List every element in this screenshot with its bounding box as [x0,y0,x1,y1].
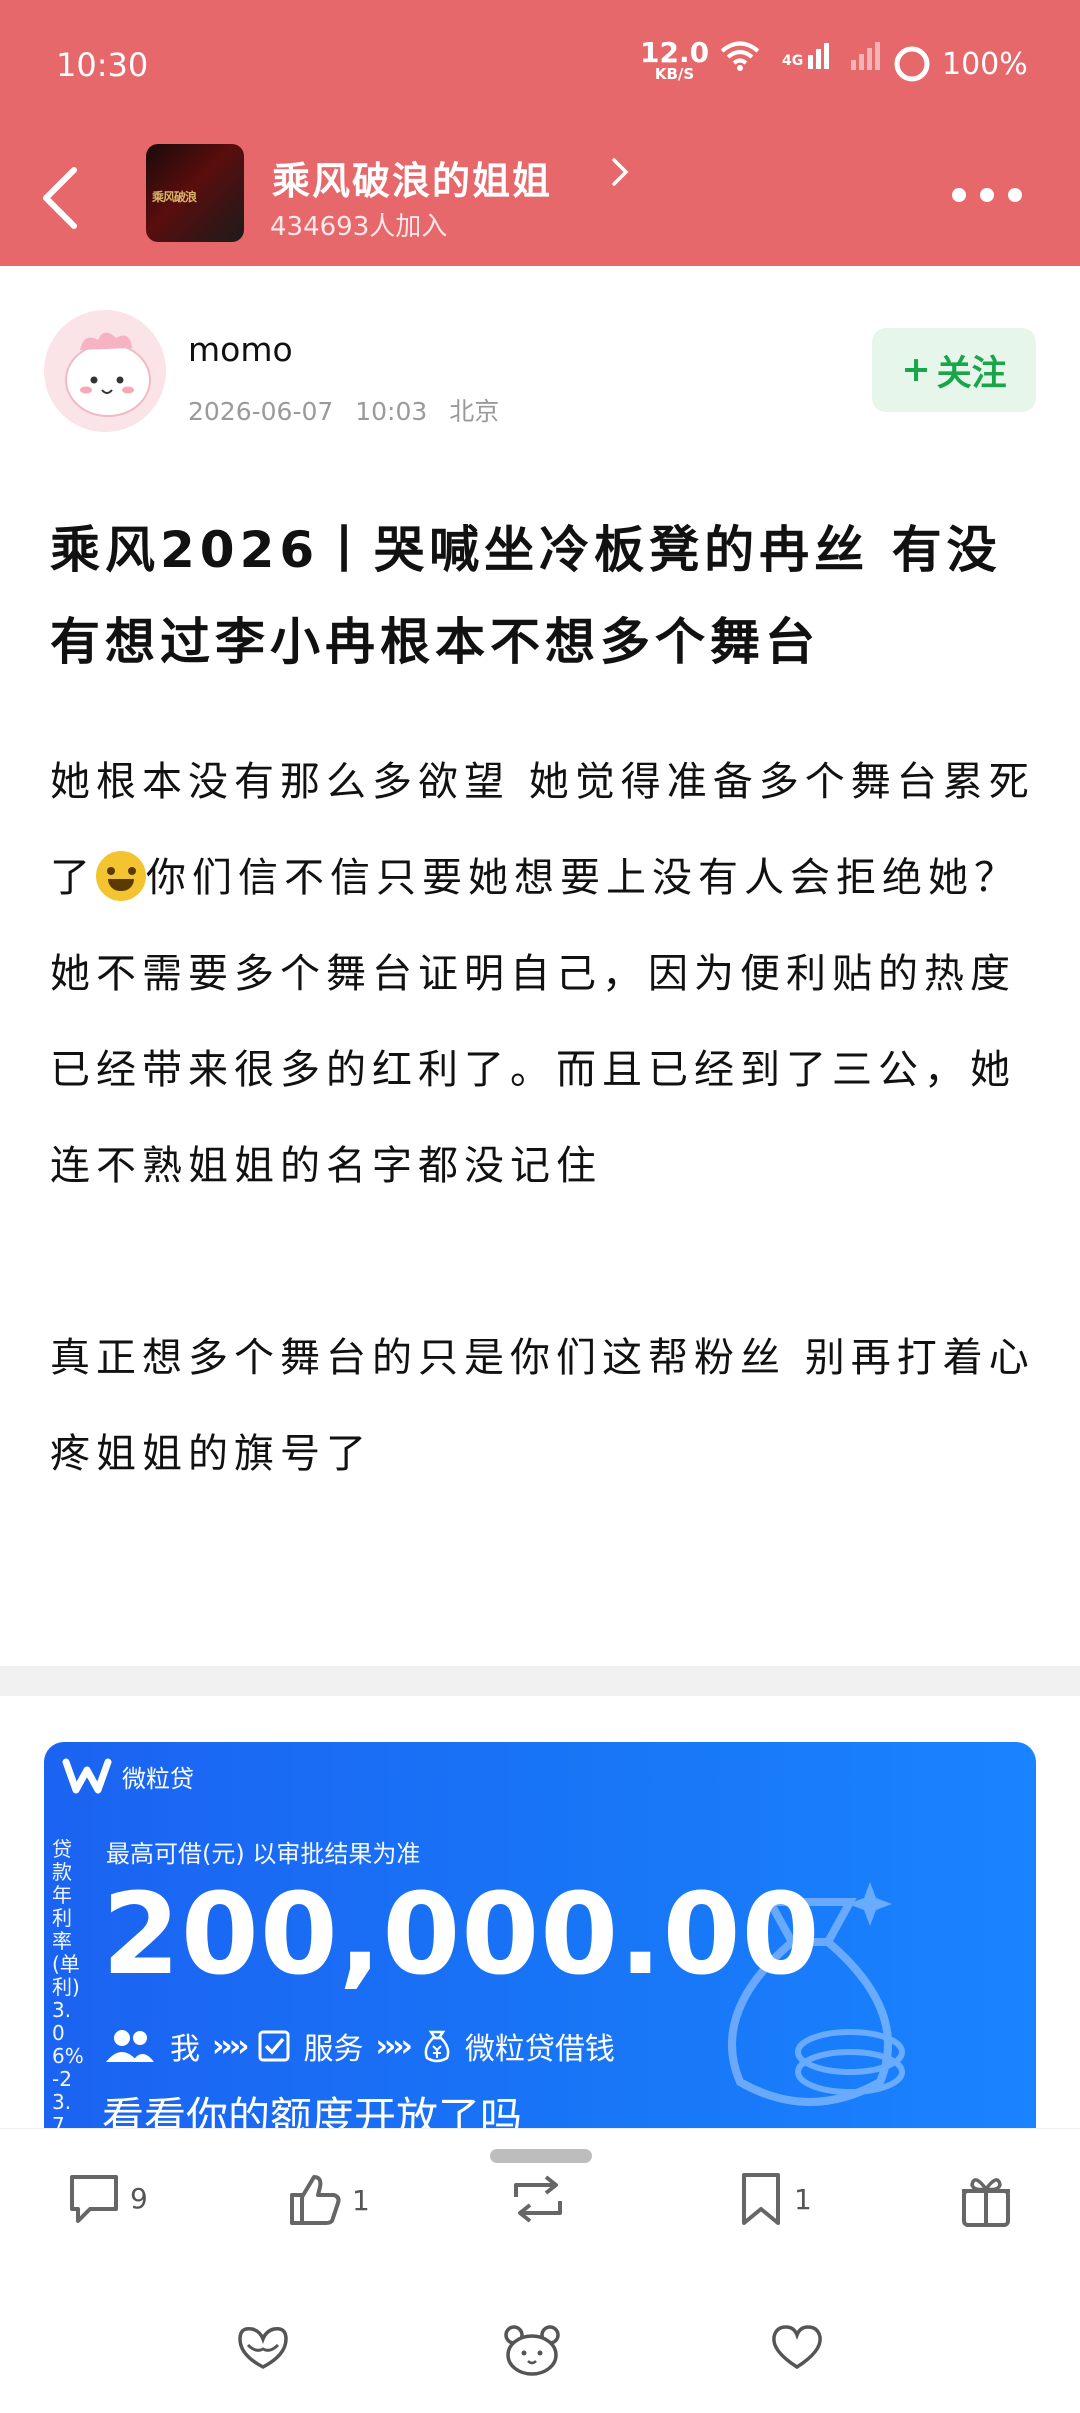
network-speed: 12.0 KB/S [640,36,710,83]
ad-brand: 微粒贷 [122,1764,194,1793]
post-paragraph: 真正想多个舞台的只是你们这帮粉丝 别再打着心疼姐姐的旗号了 [50,1335,1035,1477]
checkbox-icon [258,2030,290,2062]
status-time: 10:30 [56,46,149,84]
bookmark-icon [742,2173,780,2225]
battery-level: 100% [942,46,1028,82]
bear-reaction-icon[interactable] [502,2323,562,2377]
group-title[interactable]: 乘风破浪的姐姐 [272,150,552,205]
author-name[interactable]: momo [188,330,293,369]
signal-empty-icon [851,42,881,70]
gift-icon [962,2178,1010,2227]
repost-icon [514,2175,562,2223]
favorite-button[interactable]: 1 [736,2171,812,2227]
battery-ring-icon [894,46,930,82]
signal-4g-icon: 4G [782,43,830,69]
more-options-icon[interactable] [952,188,1022,202]
avatar[interactable] [44,310,166,432]
section-divider [0,1666,1080,1696]
sweat-smile-emoji-icon [96,851,146,901]
comment-icon [70,2175,118,2223]
comment-count: 9 [130,2181,148,2215]
heart-reaction-icon[interactable] [768,2323,826,2373]
ad-cta: 看看你的额度开放了吗 [102,2093,523,2128]
bottom-action-bar: 9 1 1 [0,2128,1080,2413]
like-button[interactable]: 1 [286,2171,370,2229]
thumbs-up-icon [290,2175,341,2225]
status-bar: 10:30 12.0 KB/S 4G 100% [0,0,1080,130]
post-date: 2026-06-07 [188,397,334,426]
ad-steps: 我 ›››› 服务 ›››› 微粒贷借钱 [102,2024,615,2068]
comment-button[interactable]: 9 [66,2171,148,2225]
post-meta: 2026-06-07 10:03 北京 [188,392,499,428]
hug-reaction-icon[interactable] [234,2323,292,2373]
group-header: 乘风破浪 乘风破浪的姐姐 434693人加入 [0,130,1080,266]
avatar-character-icon [44,310,166,432]
post-title: 乘风2026丨哭喊坐冷板凳的冉丝 有没有想过李小冉根本不想多个舞台 [50,521,1002,671]
like-count: 1 [352,2183,370,2217]
post-time: 10:03 [355,397,428,426]
gift-button[interactable] [958,2171,1014,2229]
drag-handle[interactable] [490,2149,592,2163]
weilidai-logo-icon [62,1758,112,1794]
ad-subtitle: 最高可借(元) 以审批结果为准 [106,1840,421,1868]
follow-button[interactable]: + 关注 [872,328,1036,412]
ad-banner[interactable]: 微粒贷 贷款年利率(单利)3.06%-23.76 最高可借(元) 以审批结果为准… [44,1742,1036,2128]
post-paragraph: 她根本没有那么多欲望 她觉得准备多个舞台累死了 你们信不信只要她想要上没有人会拒绝… [50,759,1035,1189]
ad-rate-disclaimer: 贷款年利率(单利)3.06%-23.76 [52,1837,84,2129]
wifi-icon [720,41,760,71]
users-icon [106,2030,154,2062]
post-body: 她根本没有那么多欲望 她觉得准备多个舞台累死了 你们信不信只要她想要上没有人会拒绝… [50,734,1040,1502]
money-bag-illustration-icon [728,1882,905,2106]
back-arrow-icon[interactable] [38,164,82,232]
group-thumbnail[interactable]: 乘风破浪 [146,144,244,242]
group-member-count: 434693人加入 [270,212,448,242]
post-location: 北京 [449,397,500,426]
chevron-right-icon[interactable] [610,156,630,188]
group-logo-text: 乘风破浪 [152,190,197,204]
favorite-count: 1 [794,2182,812,2216]
plus-icon: + [901,350,931,390]
money-bag-icon [424,2030,450,2063]
repost-button[interactable] [506,2171,570,2227]
follow-label: 关注 [936,353,1007,394]
